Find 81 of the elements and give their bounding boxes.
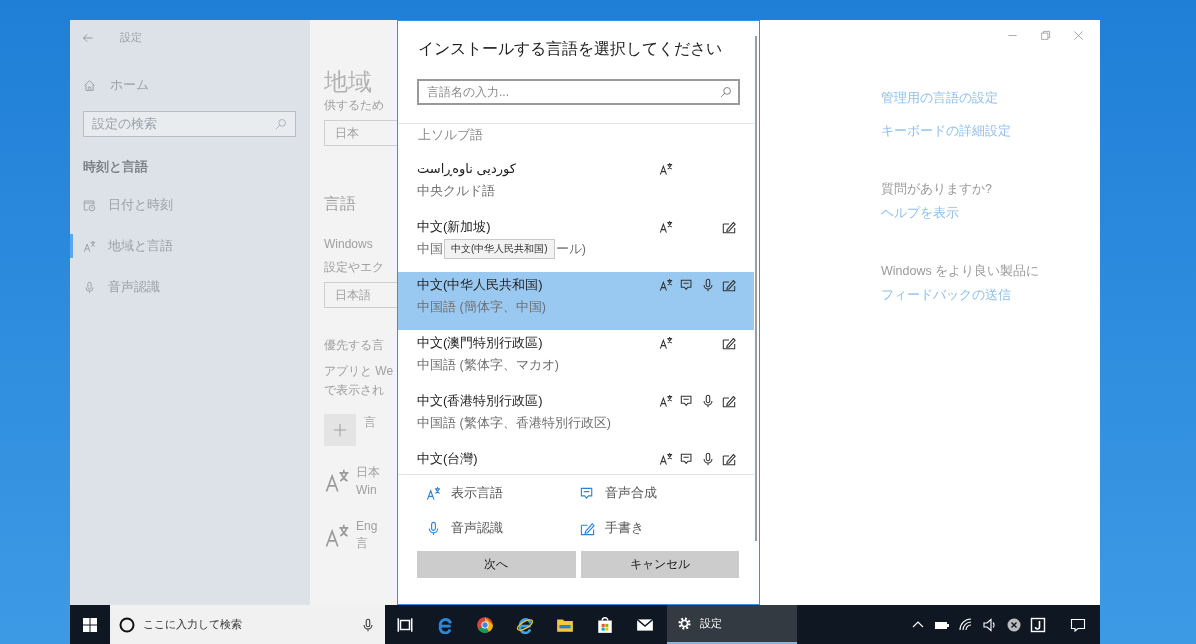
window-title: 設定	[120, 31, 142, 45]
search-placeholder: 言語名の入力...	[427, 83, 509, 101]
language-name: 日本	[356, 464, 380, 481]
language-row[interactable]: 中文(澳門特別行政區) 中国語 (繁体字、マカオ)	[398, 330, 754, 388]
link[interactable]: 管理用の言語の設定	[881, 87, 1100, 109]
section-heading: 質問がありますか?	[881, 181, 993, 198]
legend-label: 表示言語	[451, 485, 503, 502]
section-label: Windows	[324, 237, 374, 251]
section-heading: Windows をより良い製品に	[881, 263, 1041, 280]
search-icon	[275, 118, 287, 130]
section-heading: 言語	[324, 194, 357, 214]
sidebar-item[interactable]: 日付と時刻	[70, 193, 310, 217]
speech-synthesis-icon	[580, 486, 595, 501]
language-name: 中文(中华人民共和国)	[417, 276, 544, 294]
language-detail: 中国語 (繁体字、マカオ)	[417, 357, 559, 374]
language-detail: 上ソルブ語	[417, 127, 484, 144]
taskbar-search-field[interactable]: ここに入力して検索	[110, 605, 385, 644]
dialog-title: インストールする言語を選択してください	[418, 39, 723, 59]
search-placeholder: 設定の検索	[92, 115, 157, 133]
language-name: 中文(新加坡)	[417, 218, 492, 236]
language-name: 中文(香港特別行政區)	[417, 392, 544, 410]
language-detail: 言	[356, 535, 369, 552]
legend-label: 音声認識	[451, 520, 503, 537]
app-square-icon[interactable]	[1030, 616, 1046, 633]
language-name: کوردیی ناوەڕاست	[417, 160, 516, 179]
language-detail: Win	[356, 483, 378, 497]
microphone-icon	[426, 521, 441, 536]
windows-logo-icon	[83, 617, 97, 632]
plus-icon	[333, 423, 347, 437]
language-name: 中文(台灣)	[417, 450, 478, 468]
search-field[interactable]: 言語名の入力...	[417, 79, 740, 105]
search-field[interactable]: 設定の検索	[83, 111, 296, 137]
language-detail: 中国語 (繁体字、香港特別行政区)	[417, 415, 611, 432]
microphone-icon	[83, 280, 96, 294]
language-row[interactable]: 中文(台灣)	[398, 446, 754, 470]
next-button[interactable]: 次へ	[417, 551, 576, 578]
scrollbar-thumb[interactable]	[755, 36, 757, 541]
link[interactable]: キーボードの詳細設定	[881, 120, 1100, 142]
speaker-icon[interactable]	[982, 616, 998, 633]
language-detail: 中国語 (簡体字、中国)	[417, 299, 546, 316]
taskbar-app-button[interactable]: 設定	[667, 605, 797, 644]
language-icon	[83, 239, 96, 253]
legend-label: 音声合成	[605, 485, 657, 502]
sidebar-item[interactable]: 音声認識	[70, 275, 310, 299]
language-row[interactable]: 中文(新加坡) 中国 中文(中华人民共和国) ール)	[398, 214, 754, 272]
wifi-icon[interactable]	[958, 616, 974, 633]
cancel-button[interactable]: キャンセル	[580, 551, 739, 578]
section-heading: 時刻と言語	[83, 158, 149, 176]
page-heading: 地域	[324, 67, 373, 97]
gear-icon	[677, 616, 692, 631]
microphone-icon[interactable]	[361, 617, 375, 632]
link[interactable]: ヘルプを表示	[881, 202, 1100, 224]
legend-label: 手書き	[605, 520, 644, 537]
link[interactable]: フィードバックの送信	[881, 284, 1100, 306]
circle-icon	[119, 616, 135, 633]
shopping-bag-icon[interactable]	[596, 615, 614, 634]
calendar-icon	[83, 198, 96, 212]
home-icon	[83, 78, 96, 92]
browser-e-icon[interactable]	[436, 615, 454, 634]
tooltip: 中文(中华人民共和国)	[444, 239, 555, 259]
task-view-icon[interactable]	[396, 615, 414, 634]
language-row[interactable]: 中文(中华人民共和国) 中国語 (簡体字、中国)	[398, 272, 754, 330]
handwriting-icon	[580, 521, 595, 536]
language-detail: 中央クルド語	[417, 183, 496, 200]
chrome-icon[interactable]	[476, 615, 494, 634]
language-name: 中文(澳門特別行政區)	[417, 334, 544, 352]
language-detail: ール)	[555, 241, 586, 258]
browser-e-icon[interactable]	[516, 615, 534, 634]
description-text: 供するため	[324, 97, 385, 114]
search-icon	[720, 86, 732, 98]
note-text: 設定やエク	[324, 259, 385, 276]
note-text: アプリと We で表示され	[324, 363, 395, 399]
speech-bubble-icon[interactable]	[1070, 616, 1086, 633]
subsection-heading: 優先する言	[324, 337, 385, 354]
language-detail: 中国	[417, 241, 443, 258]
close-circle-icon[interactable]	[1006, 616, 1022, 633]
search-placeholder: ここに入力して検索	[143, 617, 243, 632]
display-language-icon	[426, 486, 441, 501]
language-row[interactable]: 中文(香港特別行政區) 中国語 (繁体字、香港特別行政区)	[398, 388, 754, 446]
add-label: 言	[364, 414, 376, 431]
language-name: Eng	[356, 519, 378, 533]
